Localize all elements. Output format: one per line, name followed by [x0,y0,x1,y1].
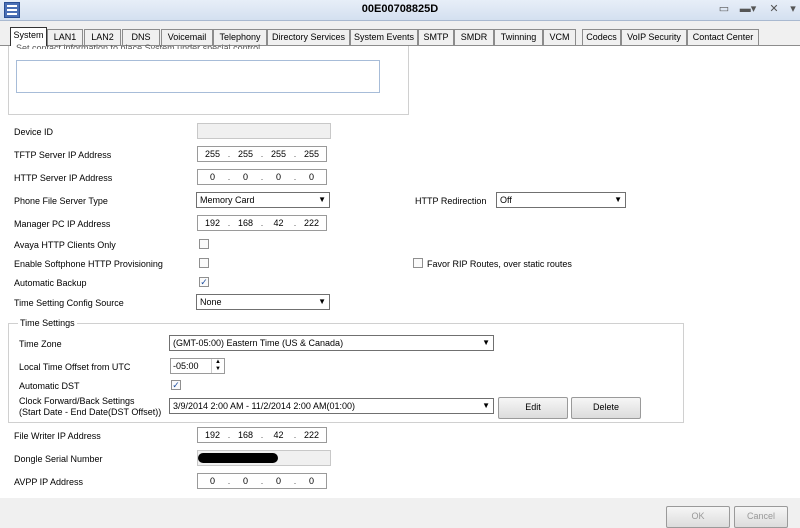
tab-smdr[interactable]: SMDR [454,29,494,45]
tab-twinning[interactable]: Twinning [494,29,543,45]
chevron-down-icon[interactable]: ▾ [787,2,799,17]
ip-octet: 192 [204,430,221,440]
cancel-button[interactable]: Cancel [734,506,788,528]
window-title: 00E00708825D [361,3,439,15]
ip-octet: 255 [303,149,320,159]
delete-button[interactable]: Delete [571,397,641,419]
http-redirection-label: HTTP Redirection [415,196,487,206]
softphone-http-checkbox[interactable] [199,258,209,268]
dongle-label: Dongle Serial Number [14,454,103,464]
ip-octet: 0 [308,476,314,486]
auto-backup-label: Automatic Backup [14,278,87,288]
ip-octet: 42 [273,218,284,228]
avpp-ip-input[interactable]: 0. 0. 0. 0 [197,473,327,489]
clock-settings-select[interactable]: 3/9/2014 2:00 AM - 11/2/2014 2:00 AM(01:… [169,398,494,414]
ip-octet: 168 [237,218,254,228]
clock-settings-sublabel: (Start Date - End Date(DST Offset)) [19,407,162,417]
manager-pc-ip-input[interactable]: 192. 168. 42. 222 [197,215,327,231]
tab-smtp[interactable]: SMTP [418,29,454,45]
time-source-select[interactable]: None ▼ [196,294,330,310]
auto-backup-checkbox[interactable]: ✓ [199,277,209,287]
avaya-http-label: Avaya HTTP Clients Only [14,240,116,250]
ip-octet: 0 [242,476,248,486]
softphone-http-label: Enable Softphone HTTP Provisioning [14,259,163,269]
ip-octet: 42 [273,430,284,440]
manager-pc-label: Manager PC IP Address [14,219,111,229]
dropdown-arrow-icon: ▼ [482,338,490,347]
redaction-mark [198,453,278,463]
utc-offset-value: -05:00 [173,361,199,371]
time-source-label: Time Setting Config Source [14,298,124,308]
ip-octet: 0 [209,476,215,486]
avaya-http-checkbox[interactable] [199,239,209,249]
auto-dst-checkbox[interactable]: ✓ [171,380,181,390]
dropdown-arrow-icon: ▼ [318,195,326,204]
close-icon[interactable]: ✕ [766,2,782,17]
time-zone-label: Time Zone [19,339,62,349]
spin-up-icon[interactable]: ▲ [211,359,224,366]
contact-info-text: Set contact information to place System … [16,43,261,49]
dropdown-arrow-icon: ▼ [318,297,326,306]
time-source-value: None [200,297,222,307]
ip-octet: 0 [209,172,215,182]
http-server-label: HTTP Server IP Address [14,173,113,183]
http-redirection-value: Off [500,195,512,205]
time-zone-value: (GMT-05:00) Eastern Time (US & Canada) [173,338,344,348]
dropdown-arrow-icon: ▼ [482,401,490,410]
ip-octet: 255 [204,149,221,159]
ip-octet: 0 [242,172,248,182]
device-id-input [197,123,331,139]
http-server-ip-input[interactable]: 0. 0. 0. 0 [197,169,327,185]
ip-octet: 222 [303,430,320,440]
time-zone-select[interactable]: (GMT-05:00) Eastern Time (US & Canada) ▼ [169,335,494,351]
edit-button[interactable]: Edit [498,397,568,419]
ip-octet: 0 [308,172,314,182]
ip-octet: 0 [275,476,281,486]
favor-rip-label: Favor RIP Routes, over static routes [427,259,572,269]
ok-button[interactable]: OK [666,506,730,528]
dropdown-arrow-icon: ▼ [614,195,622,204]
favor-rip-checkbox[interactable] [413,258,423,268]
ip-octet: 168 [237,430,254,440]
pin-icon[interactable]: ▭ [716,2,732,17]
spin-down-icon[interactable]: ▼ [211,366,224,373]
auto-dst-label: Automatic DST [19,381,80,391]
utc-offset-label: Local Time Offset from UTC [19,362,131,372]
tab-codecs[interactable]: Codecs [582,29,621,45]
ip-octet: 0 [275,172,281,182]
contact-info-textarea[interactable] [16,60,380,93]
tftp-label: TFTP Server IP Address [14,150,112,160]
title-bar: 00E00708825D ▭ ▬▾ ✕ ▾ [0,0,800,21]
clock-settings-value: 3/9/2014 2:00 AM - 11/2/2014 2:00 AM(01:… [173,401,355,411]
tftp-ip-input[interactable]: 255. 255. 255. 255 [197,146,327,162]
ip-octet: 192 [204,218,221,228]
tab-system-events[interactable]: System Events [350,29,418,45]
avpp-label: AVPP IP Address [14,477,84,487]
file-writer-label: File Writer IP Address [14,431,101,441]
clock-settings-label: Clock Forward/Back Settings [19,396,135,406]
http-redirection-select[interactable]: Off ▼ [496,192,626,208]
minimize-icon[interactable]: ▬▾ [737,2,759,17]
device-id-label: Device ID [14,127,54,137]
phone-file-server-label: Phone File Server Type [14,196,108,206]
ip-octet: 255 [237,149,254,159]
dongle-serial-input [197,450,331,466]
tab-vcm[interactable]: VCM [543,29,576,45]
phone-file-server-value: Memory Card [200,195,255,205]
time-settings-legend: Time Settings [18,318,77,328]
tab-voip-security[interactable]: VoIP Security [621,29,687,45]
tab-contact-center[interactable]: Contact Center [687,29,759,45]
ip-octet: 222 [303,218,320,228]
phone-file-server-select[interactable]: Memory Card ▼ [196,192,330,208]
file-writer-ip-input[interactable]: 192. 168. 42. 222 [197,427,327,443]
ip-octet: 255 [270,149,287,159]
